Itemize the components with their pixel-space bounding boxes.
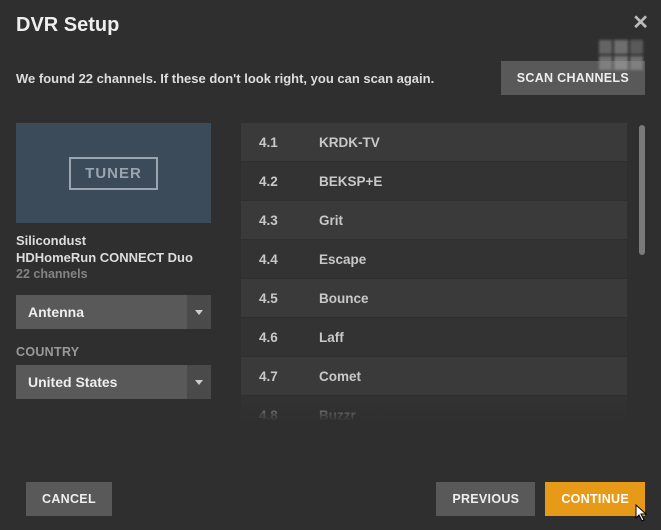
scrollbar[interactable] [637, 123, 645, 421]
channel-row[interactable]: 4.8Buzzr [241, 396, 627, 421]
previous-button[interactable]: PREVIOUS [436, 482, 535, 516]
channel-name: Bounce [319, 291, 369, 306]
channel-number: 4.7 [259, 369, 319, 384]
close-icon[interactable]: ✕ [632, 10, 649, 35]
tuner-channel-count: 22 channels [16, 267, 211, 281]
channel-row[interactable]: 4.1KRDK-TV [241, 123, 627, 161]
brand-logo [599, 40, 643, 70]
tuner-model: HDHomeRun CONNECT Duo [16, 250, 211, 265]
chevron-down-icon [187, 295, 211, 329]
channel-list[interactable]: 4.1KRDK-TV4.2BEKSP+E4.3Grit4.4Escape4.5B… [241, 123, 637, 421]
channel-name: BEKSP+E [319, 174, 382, 189]
channel-number: 4.1 [259, 135, 319, 150]
channel-name: Laff [319, 330, 344, 345]
source-select-value: Antenna [28, 304, 84, 320]
channel-number: 4.8 [259, 408, 319, 422]
source-select[interactable]: Antenna [16, 295, 211, 329]
country-label: COUNTRY [16, 345, 211, 359]
channel-name: KRDK-TV [319, 135, 380, 150]
channel-number: 4.2 [259, 174, 319, 189]
country-select-value: United States [28, 374, 117, 390]
channel-name: Grit [319, 213, 343, 228]
channel-row[interactable]: 4.4Escape [241, 240, 627, 278]
channel-row[interactable]: 4.7Comet [241, 357, 627, 395]
country-select[interactable]: United States [16, 365, 211, 399]
tuner-thumbnail: TUNER [16, 123, 211, 223]
found-channels-message: We found 22 channels. If these don't loo… [16, 71, 489, 86]
continue-button[interactable]: CONTINUE [545, 482, 645, 516]
channel-name: Buzzr [319, 408, 356, 422]
channel-name: Escape [319, 252, 366, 267]
channel-row[interactable]: 4.2BEKSP+E [241, 162, 627, 200]
cancel-button[interactable]: CANCEL [26, 482, 112, 516]
channel-row[interactable]: 4.3Grit [241, 201, 627, 239]
channel-number: 4.6 [259, 330, 319, 345]
channel-number: 4.4 [259, 252, 319, 267]
scrollbar-thumb[interactable] [639, 125, 645, 255]
channel-row[interactable]: 4.5Bounce [241, 279, 627, 317]
channel-row[interactable]: 4.6Laff [241, 318, 627, 356]
chevron-down-icon [187, 365, 211, 399]
tuner-box-label: TUNER [69, 157, 158, 190]
channel-name: Comet [319, 369, 361, 384]
page-title: DVR Setup [16, 14, 645, 37]
channel-number: 4.3 [259, 213, 319, 228]
tuner-vendor: Silicondust [16, 233, 211, 248]
channel-number: 4.5 [259, 291, 319, 306]
